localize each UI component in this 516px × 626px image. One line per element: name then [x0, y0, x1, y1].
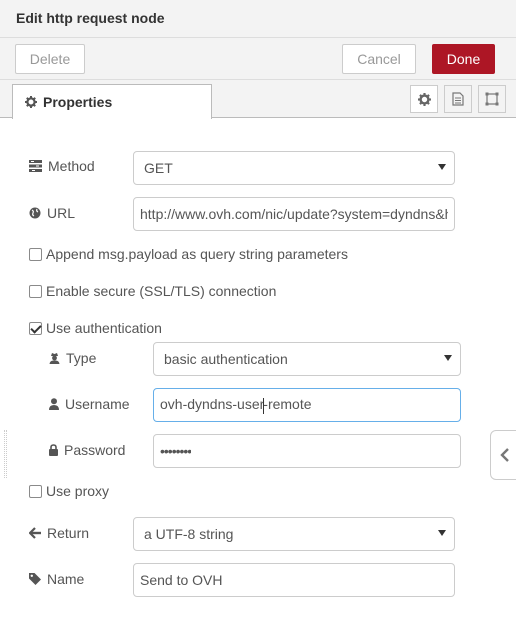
name-value: Send to OVH [140, 572, 223, 588]
password-input[interactable]: •••••••• [153, 434, 461, 468]
username-value-wrap: ovh-dyndns-user-remote [160, 396, 312, 414]
tray-title: Edit http request node [16, 10, 165, 26]
globe-icon [29, 207, 41, 219]
url-label: URL [47, 205, 76, 221]
return-select[interactable]: a UTF-8 string [133, 517, 455, 551]
tab-description[interactable] [444, 85, 472, 113]
tag-icon [29, 573, 41, 585]
secure-connection-row: Enable secure (SSL/TLS) connection [29, 283, 276, 299]
username-value-after: -remote [263, 396, 312, 413]
auth-type-select[interactable]: basic authentication [153, 342, 461, 376]
return-value: a UTF-8 string [144, 526, 234, 542]
name-label-row: Name [29, 571, 84, 587]
tab-bar: Properties [0, 80, 516, 119]
object-group-icon [485, 92, 499, 106]
name-input[interactable]: Send to OVH [133, 563, 455, 597]
method-select[interactable]: GET [133, 151, 455, 185]
use-auth-row: Use authentication [29, 320, 162, 336]
append-payload-checkbox[interactable] [29, 247, 42, 261]
password-value: •••••••• [160, 443, 192, 459]
method-label: Method [48, 158, 95, 174]
arrow-left-icon [29, 527, 41, 539]
use-proxy-checkbox[interactable] [29, 484, 42, 498]
secure-connection-checkbox[interactable] [29, 284, 42, 298]
tab-properties[interactable]: Properties [12, 84, 212, 119]
username-value-before: ovh-dyndns-user [160, 396, 265, 413]
method-value: GET [144, 160, 173, 176]
append-payload-row: Append msg.payload as query string param… [29, 246, 348, 262]
url-label-row: URL [29, 205, 75, 221]
tab-settings[interactable] [410, 85, 438, 113]
username-label: Username [65, 396, 130, 412]
delete-button[interactable]: Delete [15, 44, 85, 74]
tasks-icon [29, 160, 42, 172]
username-input[interactable]: ovh-dyndns-user-remote [153, 388, 461, 422]
url-value: http://www.ovh.com/nic/update?system=dyn… [140, 206, 448, 222]
done-button[interactable]: Done [432, 44, 495, 74]
properties-panel: Method GET URL http://www.ovh.com/nic/up… [0, 118, 516, 626]
cog-icon [25, 96, 37, 108]
user-icon [49, 398, 59, 410]
use-proxy-label: Use proxy [46, 483, 110, 499]
username-label-row: Username [49, 396, 130, 412]
secure-connection-label: Enable secure (SSL/TLS) connection [46, 283, 277, 299]
user-secret-icon [49, 353, 60, 364]
auth-type-label: Type [66, 350, 97, 366]
cancel-button[interactable]: Cancel [342, 44, 416, 74]
lock-icon [49, 444, 58, 456]
auth-type-value: basic authentication [164, 351, 288, 367]
resize-grip[interactable] [4, 430, 7, 478]
use-auth-checkbox[interactable] [29, 321, 42, 335]
return-label-row: Return [29, 525, 89, 541]
password-label: Password [64, 442, 126, 458]
tab-appearance[interactable] [478, 85, 506, 113]
collapse-sidebar-button[interactable] [490, 430, 516, 480]
chevron-down-icon [438, 530, 446, 536]
file-text-icon [452, 92, 464, 106]
tray-header: Edit http request node [0, 0, 516, 38]
cog-icon [417, 92, 431, 106]
tab-properties-label: Properties [43, 94, 113, 110]
chevron-left-icon [500, 448, 509, 462]
tray-toolbar: Delete Cancel Done [0, 38, 516, 80]
method-label-row: Method [29, 158, 95, 174]
name-label: Name [47, 571, 85, 587]
use-proxy-row: Use proxy [29, 483, 109, 499]
use-auth-label: Use authentication [46, 320, 162, 336]
chevron-down-icon [444, 355, 452, 361]
auth-type-label-row: Type [49, 350, 96, 366]
password-label-row: Password [49, 442, 125, 458]
append-payload-label: Append msg.payload as query string param… [46, 246, 348, 262]
return-label: Return [47, 525, 90, 541]
chevron-down-icon [438, 164, 446, 170]
url-input[interactable]: http://www.ovh.com/nic/update?system=dyn… [133, 197, 455, 231]
